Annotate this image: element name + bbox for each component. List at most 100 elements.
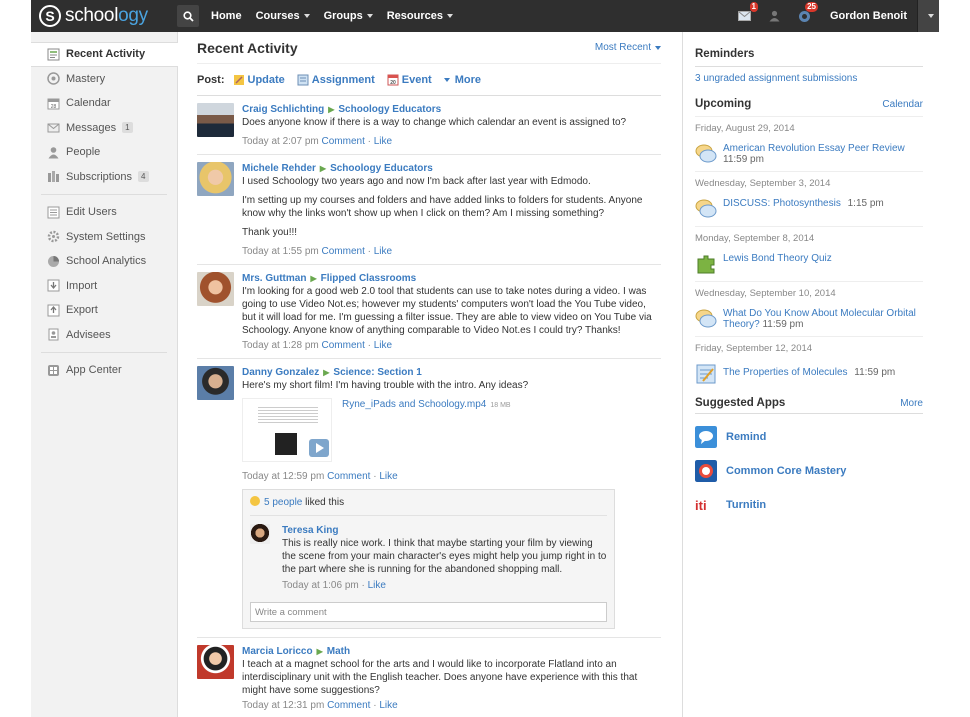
likes-count-link[interactable]: 5 people bbox=[264, 497, 302, 508]
schoology-logo[interactable]: S schoology bbox=[39, 4, 148, 28]
nav-courses-label: Courses bbox=[255, 10, 300, 22]
recent-activity-icon bbox=[47, 48, 60, 61]
user-menu-button[interactable] bbox=[917, 0, 939, 32]
avatar[interactable] bbox=[197, 366, 234, 400]
video-attachment[interactable]: Ryne_iPads and Schoology.mp4 18 MB bbox=[242, 398, 661, 462]
avatar[interactable] bbox=[197, 103, 234, 137]
sidebar-item-app-center[interactable]: App Center bbox=[31, 358, 177, 383]
app-remind[interactable]: Remind bbox=[695, 426, 923, 448]
edit-users-icon bbox=[47, 206, 60, 219]
comment-author[interactable]: Teresa King bbox=[282, 524, 607, 537]
author-link[interactable]: Danny Gonzalez bbox=[242, 367, 319, 378]
app-common-core-mastery[interactable]: Common Core Mastery bbox=[695, 460, 923, 482]
nav-home[interactable]: Home bbox=[211, 10, 242, 22]
sidebar-item-recent-activity[interactable]: Recent Activity bbox=[31, 42, 178, 67]
post-paragraph: I teach at a magnet school for the arts … bbox=[242, 659, 638, 696]
upcoming-date: Wednesday, September 10, 2014 bbox=[695, 281, 923, 299]
comment-link[interactable]: Comment bbox=[322, 246, 365, 257]
sidebar-item-messages[interactable]: Messages 1 bbox=[31, 116, 177, 141]
nav-groups[interactable]: Groups bbox=[324, 10, 373, 22]
sidebar-item-calendar[interactable]: 28 Calendar bbox=[31, 91, 177, 116]
sidebar-item-import[interactable]: Import bbox=[31, 274, 177, 299]
group-link[interactable]: Schoology Educators bbox=[330, 163, 433, 174]
upcoming-title[interactable]: What Do You Know About Molecular Orbital… bbox=[723, 308, 916, 330]
like-link[interactable]: Like bbox=[368, 580, 386, 591]
like-link[interactable]: Like bbox=[374, 246, 392, 257]
like-link[interactable]: Like bbox=[374, 136, 392, 147]
ungraded-submissions-link[interactable]: 3 ungraded assignment submissions bbox=[695, 73, 857, 84]
upcoming-item[interactable]: American Revolution Essay Peer Review 11:… bbox=[695, 143, 923, 165]
upcoming-title: Upcoming bbox=[695, 98, 752, 110]
sort-dropdown[interactable]: Most Recent bbox=[595, 42, 661, 53]
author-link[interactable]: Craig Schlichting bbox=[242, 104, 324, 115]
gear-icon bbox=[47, 231, 60, 243]
requests-button[interactable] bbox=[764, 6, 784, 26]
arrow-right-icon: ▶ bbox=[319, 164, 327, 173]
sidebar-item-mastery[interactable]: Mastery bbox=[31, 67, 177, 92]
search-button[interactable] bbox=[177, 5, 199, 27]
sidebar-item-export[interactable]: Export bbox=[31, 298, 177, 323]
user-name[interactable]: Gordon Benoit bbox=[830, 10, 907, 22]
like-link[interactable]: Like bbox=[379, 471, 397, 482]
right-column: Reminders 3 ungraded assignment submissi… bbox=[682, 32, 939, 717]
comment-link[interactable]: Comment bbox=[327, 700, 370, 711]
post-update-button[interactable]: Update bbox=[233, 74, 285, 86]
group-link[interactable]: Science: Section 1 bbox=[333, 367, 421, 378]
sidebar-item-subscriptions[interactable]: Subscriptions 4 bbox=[31, 165, 177, 190]
post-assignment-button[interactable]: Assignment bbox=[297, 74, 375, 86]
messages-button[interactable]: 1 bbox=[734, 2, 758, 26]
comment-link[interactable]: Comment bbox=[327, 471, 370, 482]
author-link[interactable]: Marcia Loricco bbox=[242, 646, 313, 657]
author-link[interactable]: Mrs. Guttman bbox=[242, 273, 306, 284]
reminders-header: Reminders bbox=[695, 48, 923, 60]
page-title: Recent Activity bbox=[197, 39, 298, 56]
upcoming-item[interactable]: DISCUSS: Photosynthesis 1:15 pm bbox=[695, 198, 923, 220]
upcoming-item[interactable]: What Do You Know About Molecular Orbital… bbox=[695, 308, 923, 330]
subscriptions-icon bbox=[48, 171, 59, 183]
avatar[interactable] bbox=[197, 645, 234, 679]
upcoming-title[interactable]: DISCUSS: Photosynthesis bbox=[723, 198, 841, 209]
calendar-link[interactable]: Calendar bbox=[882, 99, 923, 110]
comment-link[interactable]: Comment bbox=[322, 136, 365, 147]
feed-item-header: Craig Schlichting ▶ Schoology Educators bbox=[242, 103, 661, 116]
avatar[interactable] bbox=[197, 162, 234, 196]
sidebar-item-edit-users[interactable]: Edit Users bbox=[31, 200, 177, 225]
author-link[interactable]: Michele Rehder bbox=[242, 163, 316, 174]
like-link[interactable]: Like bbox=[374, 340, 392, 351]
upcoming-title[interactable]: The Properties of Molecules bbox=[723, 367, 848, 378]
nav-courses[interactable]: Courses bbox=[256, 10, 310, 22]
upcoming-title[interactable]: Lewis Bond Theory Quiz bbox=[723, 253, 832, 264]
post-bar: Post: Update Assignment 20 Event More bbox=[197, 64, 661, 96]
post-paragraph: I'm looking for a good web 2.0 tool that… bbox=[242, 286, 652, 336]
group-link[interactable]: Flipped Classrooms bbox=[321, 273, 417, 284]
likes-suffix: liked this bbox=[305, 497, 345, 508]
nav-resources[interactable]: Resources bbox=[387, 10, 453, 22]
upcoming-item[interactable]: Lewis Bond Theory Quiz bbox=[695, 253, 923, 275]
chevron-down-icon bbox=[927, 14, 934, 18]
notifications-button[interactable]: 25 bbox=[794, 2, 818, 26]
more-apps-link[interactable]: More bbox=[900, 398, 923, 409]
post-event-button[interactable]: 20 Event bbox=[387, 74, 432, 86]
svg-text:iti: iti bbox=[695, 498, 707, 513]
sidebar-item-advisees[interactable]: Advisees bbox=[31, 323, 177, 348]
sidebar-item-people[interactable]: People bbox=[31, 140, 177, 165]
post-more-button[interactable]: More bbox=[443, 74, 481, 86]
reminders-list: 3 ungraded assignment submissions bbox=[695, 66, 923, 84]
feed-item-header: Mrs. Guttman ▶ Flipped Classrooms bbox=[242, 272, 661, 285]
like-link[interactable]: Like bbox=[379, 700, 397, 711]
group-link[interactable]: Schoology Educators bbox=[338, 104, 441, 115]
sidebar-item-system-settings[interactable]: System Settings bbox=[31, 225, 177, 250]
play-icon[interactable] bbox=[309, 439, 329, 457]
app-turnitin[interactable]: iti Turnitin bbox=[695, 494, 923, 516]
upcoming-title[interactable]: American Revolution Essay Peer Review bbox=[723, 143, 905, 154]
upcoming-item[interactable]: The Properties of Molecules 11:59 pm bbox=[695, 363, 923, 385]
comment-meta: Today at 1:06 pm · Like bbox=[282, 580, 386, 591]
group-link[interactable]: Math bbox=[327, 646, 350, 657]
avatar[interactable] bbox=[197, 272, 234, 306]
avatar[interactable] bbox=[250, 524, 270, 544]
write-comment-input[interactable]: Write a comment bbox=[250, 602, 607, 622]
attachment-filename[interactable]: Ryne_iPads and Schoology.mp4 bbox=[342, 399, 486, 410]
sidebar-item-school-analytics[interactable]: School Analytics bbox=[31, 249, 177, 274]
video-thumbnail[interactable] bbox=[242, 398, 332, 462]
comment-link[interactable]: Comment bbox=[322, 340, 365, 351]
